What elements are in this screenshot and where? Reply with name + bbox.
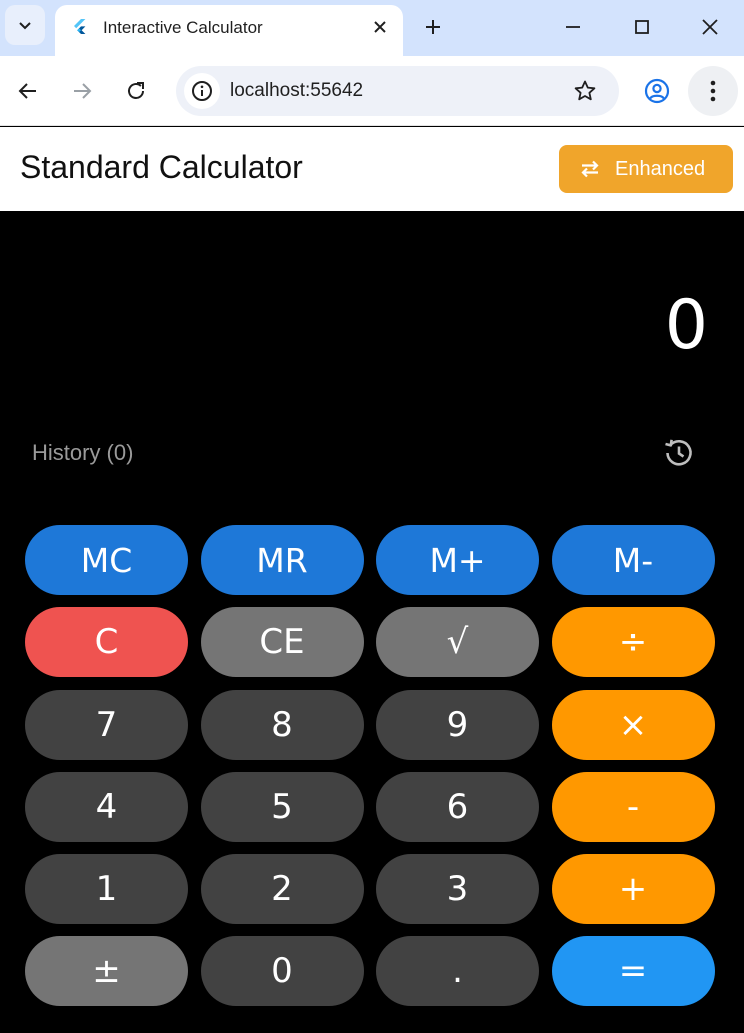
profile-icon <box>644 78 670 104</box>
digit-8-button[interactable]: 8 <box>200 689 364 760</box>
square-root-button[interactable]: √ <box>376 607 539 678</box>
digit-7-button[interactable]: 7 <box>25 689 188 760</box>
minimize-button[interactable] <box>558 12 588 42</box>
profile-button[interactable] <box>640 74 674 108</box>
swap-arrows-icon <box>581 160 599 178</box>
multiply-button[interactable]: × <box>551 689 715 760</box>
history-icon <box>665 439 692 466</box>
subtract-button[interactable]: - <box>551 771 715 842</box>
toggle-sign-button[interactable]: ± <box>25 936 188 1007</box>
history-button[interactable] <box>660 434 698 472</box>
kebab-menu-icon <box>710 80 716 102</box>
browser-tab[interactable]: Interactive Calculator <box>55 5 403 56</box>
flutter-logo-icon <box>74 19 86 34</box>
address-bar[interactable]: localhost:55642 <box>176 66 619 116</box>
forward-button[interactable] <box>65 74 99 108</box>
minimize-icon <box>566 26 580 28</box>
clear-button[interactable]: C <box>25 607 188 678</box>
close-icon[interactable] <box>371 18 389 36</box>
digit-2-button[interactable]: 2 <box>200 854 364 925</box>
close-icon <box>702 19 718 35</box>
chevron-down-icon <box>19 22 31 30</box>
site-info-icon <box>192 81 212 101</box>
reload-icon <box>128 82 144 99</box>
maximize-button[interactable] <box>627 12 657 42</box>
divide-button[interactable]: ÷ <box>551 607 715 678</box>
digit-0-button[interactable]: 0 <box>200 936 364 1007</box>
memory-recall-button[interactable]: MR <box>200 525 364 595</box>
plus-icon <box>426 20 440 34</box>
decimal-point-button[interactable]: . <box>376 936 539 1007</box>
equals-button[interactable]: = <box>551 936 715 1007</box>
digit-1-button[interactable]: 1 <box>25 854 188 925</box>
browser-menu-button[interactable] <box>688 66 738 116</box>
page-title: Standard Calculator <box>20 149 303 185</box>
browser-toolbar: localhost:55642 <box>0 56 744 126</box>
add-button[interactable]: + <box>551 854 715 925</box>
digit-9-button[interactable]: 9 <box>376 689 539 760</box>
close-window-button[interactable] <box>695 12 725 42</box>
digit-6-button[interactable]: 6 <box>376 771 539 842</box>
enhanced-mode-button[interactable]: Enhanced <box>559 145 733 193</box>
enhanced-mode-label: Enhanced <box>615 157 706 180</box>
memory-add-button[interactable]: M+ <box>376 525 539 595</box>
digit-4-button[interactable]: 4 <box>25 771 188 842</box>
tab-title: Interactive Calculator <box>103 18 263 37</box>
calculator-display: 0 <box>664 286 708 365</box>
tab-search-button[interactable] <box>5 5 45 45</box>
new-tab-button[interactable] <box>418 12 448 42</box>
keypad: MC MR M+ M- C CE √ ÷ 7 8 9 × 4 5 6 - 1 2… <box>25 525 715 1007</box>
maximize-icon <box>635 20 649 34</box>
app-bar: Standard Calculator Enhanced <box>0 127 744 211</box>
memory-subtract-button[interactable]: M- <box>551 525 715 595</box>
memory-clear-button[interactable]: MC <box>25 525 188 595</box>
arrow-right-icon <box>74 83 92 99</box>
digit-5-button[interactable]: 5 <box>200 771 364 842</box>
browser-tab-strip: Interactive Calculator <box>0 0 744 56</box>
star-icon[interactable] <box>573 79 597 103</box>
url-text[interactable]: localhost:55642 <box>230 80 363 102</box>
arrow-left-icon <box>18 83 36 99</box>
clear-entry-button[interactable]: CE <box>200 607 364 678</box>
back-button[interactable] <box>11 74 45 108</box>
site-info-button[interactable] <box>184 73 220 109</box>
reload-button[interactable] <box>119 74 153 108</box>
history-label[interactable]: History (0) <box>32 440 133 466</box>
digit-3-button[interactable]: 3 <box>376 854 539 925</box>
